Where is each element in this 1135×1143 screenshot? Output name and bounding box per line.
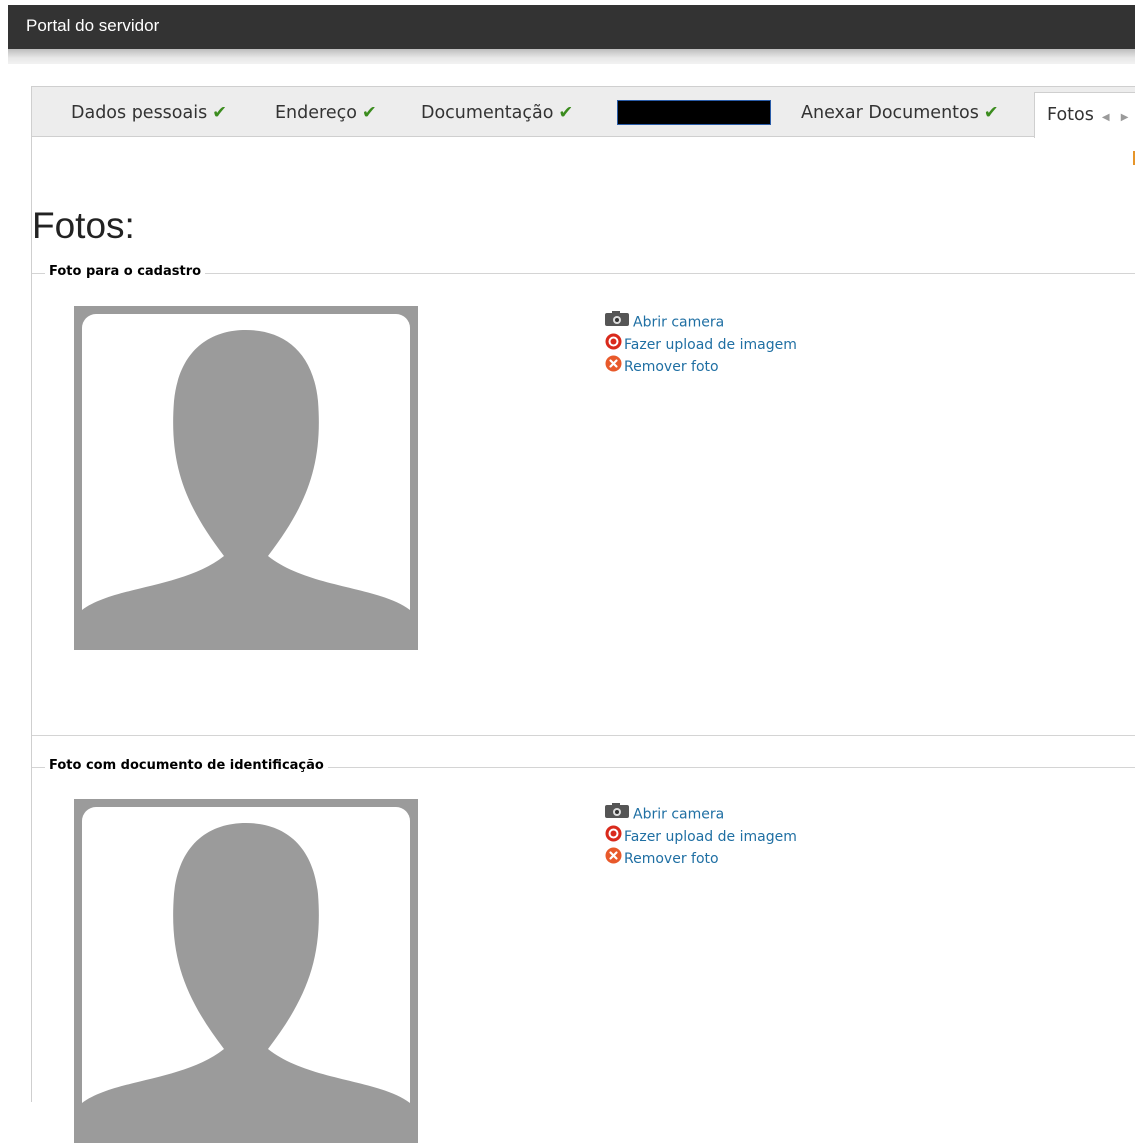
- upload-icon: [605, 333, 622, 357]
- remove-icon: [605, 847, 622, 871]
- checkmark-icon: ✔: [558, 103, 574, 123]
- upload-image-label: Fazer upload de imagem: [624, 337, 797, 353]
- upload-icon: [605, 825, 622, 849]
- upload-image-link[interactable]: Fazer upload de imagem: [605, 825, 797, 847]
- tab-label: Anexar Documentos: [801, 103, 979, 123]
- top-bar: Portal do servidor: [8, 5, 1135, 49]
- camera-icon: [605, 311, 631, 334]
- tab-anexar-documentos[interactable]: Anexar Documentos ✔: [801, 87, 999, 136]
- tab-fotos[interactable]: Fotos ◀ ▶: [1034, 92, 1135, 138]
- avatar-silhouette-icon: [74, 799, 418, 1143]
- remove-photo-link[interactable]: Remover foto: [605, 847, 797, 869]
- upload-image-label: Fazer upload de imagem: [624, 829, 797, 845]
- open-camera-link[interactable]: Abrir camera: [605, 803, 797, 825]
- open-camera-link[interactable]: Abrir camera: [605, 311, 797, 333]
- avatar-silhouette-icon: [74, 306, 418, 650]
- open-camera-label: Abrir camera: [633, 806, 725, 823]
- tab-label: Fotos: [1047, 105, 1094, 125]
- open-camera-label: Abrir camera: [633, 314, 725, 331]
- checkmark-icon: ✔: [983, 103, 999, 123]
- remove-photo-label: Remover foto: [624, 359, 719, 375]
- app-title: Portal do servidor: [26, 16, 160, 35]
- remove-photo-link[interactable]: Remover foto: [605, 355, 797, 377]
- header-shadow: [8, 49, 1135, 64]
- checkmark-icon: ✔: [361, 103, 377, 123]
- remove-icon: [605, 355, 622, 379]
- page-title: Fotos:: [32, 205, 135, 246]
- tab-documentacao[interactable]: Documentação ✔: [421, 87, 573, 136]
- tab-dados-pessoais[interactable]: Dados pessoais ✔: [71, 87, 227, 136]
- wizard-panel: Dados pessoais ✔ Endereço ✔ Documentação ✔ …: [31, 86, 1135, 1143]
- photo-actions: Abrir camera Fazer upload de imagem Remo…: [605, 803, 797, 869]
- section-legend: Foto para o cadastro: [45, 264, 206, 279]
- photo-placeholder: [74, 799, 418, 1143]
- checkmark-icon: ✔: [212, 103, 227, 123]
- section-legend: Foto com documento de identificação: [45, 758, 328, 773]
- tab-strip: Dados pessoais ✔ Endereço ✔ Documentação ✔ …: [32, 87, 1135, 138]
- tab-label: Documentação: [421, 103, 554, 123]
- tab-label: Endereço: [275, 103, 357, 123]
- tab-endereco[interactable]: Endereço ✔: [275, 87, 377, 136]
- tab-scroll-arrows-icon[interactable]: ◀ ▶: [1102, 112, 1133, 123]
- tab-redacted[interactable]: [617, 100, 771, 125]
- remove-photo-label: Remover foto: [624, 851, 719, 867]
- camera-icon: [605, 803, 631, 826]
- tab-label: Dados pessoais: [71, 103, 208, 123]
- section-separator: [32, 735, 1135, 736]
- photo-actions: Abrir camera Fazer upload de imagem Remo…: [605, 311, 797, 377]
- photo-placeholder: [74, 306, 418, 650]
- upload-image-link[interactable]: Fazer upload de imagem: [605, 333, 797, 355]
